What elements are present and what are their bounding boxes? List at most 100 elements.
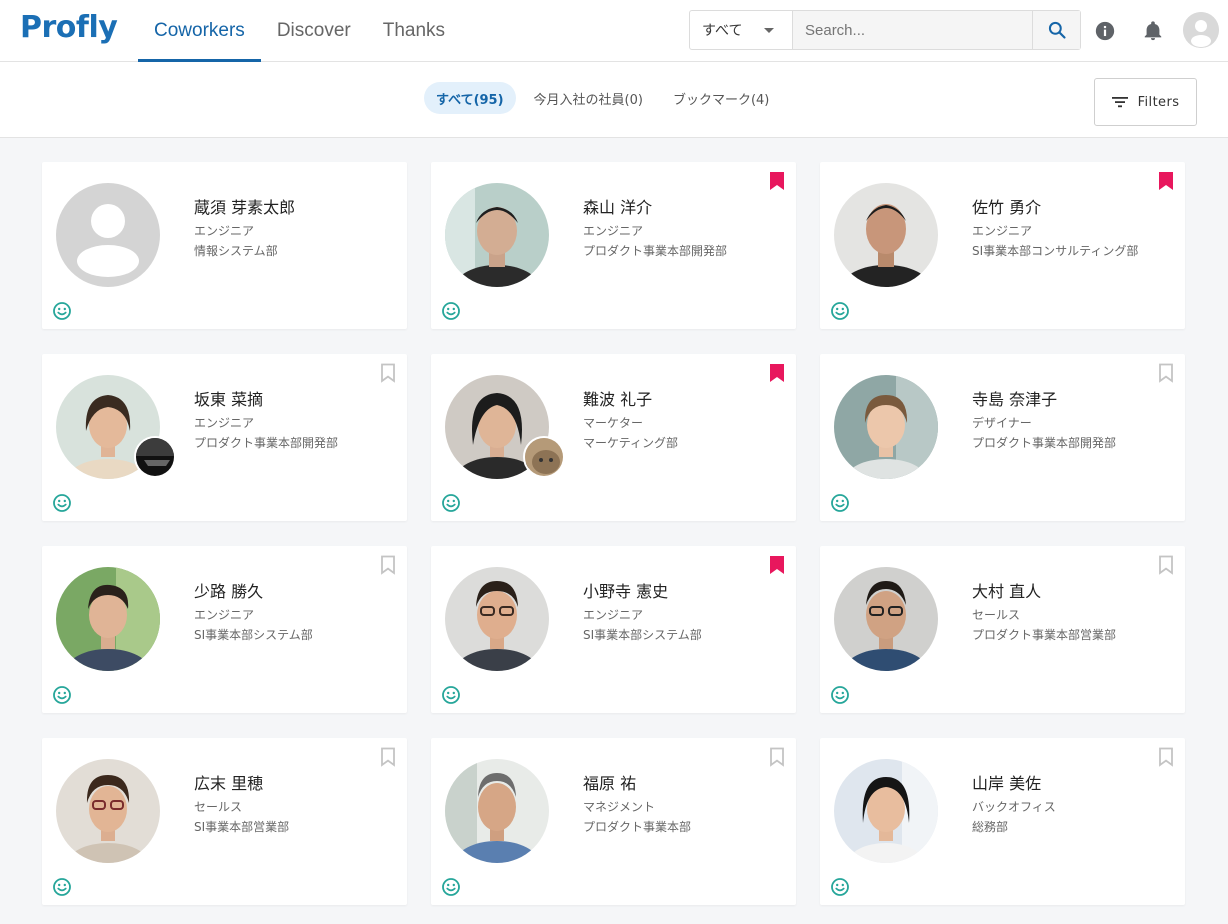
smile-icon[interactable] <box>52 493 72 513</box>
smile-icon[interactable] <box>830 301 850 321</box>
bookmark-outline-icon[interactable] <box>1158 747 1174 767</box>
person-role: エンジニア <box>194 608 255 622</box>
person-name: 佐竹 勇介 <box>972 198 1042 217</box>
bookmark-outline-icon[interactable] <box>1158 363 1174 383</box>
smile-icon[interactable] <box>52 301 72 321</box>
coworker-card[interactable]: 森山 洋介 エンジニア プロダクト事業本部開発部 <box>431 162 796 329</box>
coworker-card[interactable]: 小野寺 憲史 エンジニア SI事業本部システム部 <box>431 546 796 713</box>
person-name: 坂東 菜摘 <box>194 390 264 409</box>
avatar <box>445 183 549 287</box>
smile-icon[interactable] <box>52 877 72 897</box>
avatar <box>834 375 938 479</box>
search-scope-select[interactable]: すべて <box>690 11 793 49</box>
person-name: 蔵須 芽素太郎 <box>194 198 296 217</box>
person-department: プロダクト事業本部開発部 <box>583 244 728 258</box>
avatar <box>834 567 938 671</box>
filter-list-icon <box>1111 97 1128 108</box>
person-role: デザイナー <box>972 416 1032 430</box>
filter-tab-all[interactable]: すべて(95) <box>424 82 516 114</box>
person-role: エンジニア <box>972 224 1033 238</box>
person-department: SI事業本部システム部 <box>194 628 313 642</box>
coworker-card[interactable]: 坂東 菜摘 エンジニア プロダクト事業本部開発部 <box>42 354 407 521</box>
filter-bar: すべて(95) 今月入社の社員(0) ブックマーク(4) Filters <box>0 62 1228 138</box>
user-icon <box>1183 12 1219 48</box>
avatar <box>834 183 938 287</box>
tab-discover[interactable]: Discover <box>261 0 367 62</box>
search-button[interactable] <box>1032 11 1080 49</box>
info-button[interactable] <box>1088 14 1122 48</box>
bookmark-outline-icon[interactable] <box>380 555 396 575</box>
user-avatar[interactable] <box>1183 12 1219 48</box>
info-icon <box>1095 21 1115 41</box>
coworker-card[interactable]: 福原 祐 マネジメント プロダクト事業本部 <box>431 738 796 905</box>
smile-icon[interactable] <box>441 877 461 897</box>
avatar <box>56 567 160 671</box>
coworker-card[interactable]: 佐竹 勇介 エンジニア SI事業本部コンサルティング部 <box>820 162 1185 329</box>
tab-thanks[interactable]: Thanks <box>367 0 461 62</box>
person-department: プロダクト事業本部開発部 <box>194 436 339 450</box>
bookmark-filled-icon[interactable] <box>769 363 785 383</box>
coworker-card[interactable]: 山岸 美佐 バックオフィス 総務部 <box>820 738 1185 905</box>
person-name: 山岸 美佐 <box>972 774 1042 793</box>
person-department: プロダクト事業本部開発部 <box>972 436 1117 450</box>
search-input[interactable] <box>793 11 1032 49</box>
avatar <box>56 183 160 287</box>
smile-icon[interactable] <box>830 493 850 513</box>
bookmark-filled-icon[interactable] <box>1158 171 1174 191</box>
bookmark-filled-icon[interactable] <box>769 555 785 575</box>
avatar <box>445 567 549 671</box>
person-role: エンジニア <box>194 416 255 430</box>
smile-icon[interactable] <box>441 493 461 513</box>
coworker-card[interactable]: 蔵須 芽素太郎 エンジニア 情報システム部 <box>42 162 407 329</box>
person-name: 小野寺 憲史 <box>583 582 669 601</box>
coworker-card[interactable]: 難波 礼子 マーケター マーケティング部 <box>431 354 796 521</box>
sub-avatar <box>134 436 176 478</box>
bookmark-outline-icon[interactable] <box>380 747 396 767</box>
filters-button[interactable]: Filters <box>1094 78 1197 126</box>
avatar <box>834 759 938 863</box>
smile-icon[interactable] <box>52 685 72 705</box>
bookmark-outline-icon[interactable] <box>769 747 785 767</box>
person-role: エンジニア <box>583 224 644 238</box>
person-department: SI事業本部コンサルティング部 <box>972 244 1139 258</box>
person-name: 難波 礼子 <box>583 390 653 409</box>
smile-icon[interactable] <box>830 685 850 705</box>
person-department: SI事業本部システム部 <box>583 628 702 642</box>
avatar <box>445 759 549 863</box>
person-role: エンジニア <box>583 608 644 622</box>
filter-tab-new-hires[interactable]: 今月入社の社員(0) <box>522 82 655 114</box>
person-name: 福原 祐 <box>583 774 637 793</box>
coworker-card[interactable]: 寺島 奈津子 デザイナー プロダクト事業本部開発部 <box>820 354 1185 521</box>
smile-icon[interactable] <box>441 685 461 705</box>
person-role: エンジニア <box>194 224 255 238</box>
bookmark-outline-icon[interactable] <box>1158 555 1174 575</box>
person-department: 情報システム部 <box>194 244 278 258</box>
person-name: 寺島 奈津子 <box>972 390 1058 409</box>
filter-tabs: すべて(95) 今月入社の社員(0) ブックマーク(4) <box>424 82 781 114</box>
coworker-card[interactable]: 少路 勝久 エンジニア SI事業本部システム部 <box>42 546 407 713</box>
bookmark-filled-icon[interactable] <box>769 171 785 191</box>
bell-icon <box>1144 21 1162 41</box>
person-name: 森山 洋介 <box>583 198 653 217</box>
main-nav: Coworkers Discover Thanks <box>138 0 461 62</box>
tab-coworkers[interactable]: Coworkers <box>138 0 261 62</box>
filters-label: Filters <box>1137 94 1180 110</box>
smile-icon[interactable] <box>441 301 461 321</box>
person-role: マーケター <box>583 416 644 430</box>
smile-icon[interactable] <box>830 877 850 897</box>
profly-logo[interactable]: Profly <box>20 10 118 45</box>
person-name: 大村 直人 <box>972 582 1042 601</box>
person-name: 少路 勝久 <box>194 582 264 601</box>
person-department: SI事業本部営業部 <box>194 820 290 834</box>
person-role: セールス <box>972 608 1021 622</box>
person-name: 広末 里穂 <box>194 774 264 793</box>
sub-avatar <box>523 436 565 478</box>
person-role: バックオフィス <box>972 800 1056 814</box>
bookmark-outline-icon[interactable] <box>380 363 396 383</box>
filter-tab-bookmarks[interactable]: ブックマーク(4) <box>661 82 781 114</box>
person-role: マネジメント <box>583 800 656 814</box>
caret-down-icon <box>764 28 774 33</box>
notifications-button[interactable] <box>1136 14 1170 48</box>
coworker-card[interactable]: 広末 里穂 セールス SI事業本部営業部 <box>42 738 407 905</box>
coworker-card[interactable]: 大村 直人 セールス プロダクト事業本部営業部 <box>820 546 1185 713</box>
